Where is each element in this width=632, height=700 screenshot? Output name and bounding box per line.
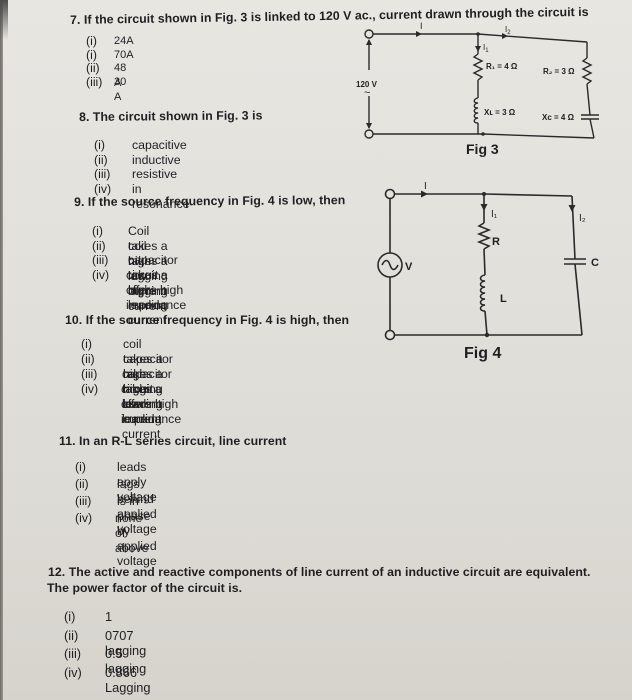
option-text: circuit offers high impedance <box>126 268 187 313</box>
option-label: (ii) <box>81 352 95 366</box>
fig3-ac-symbol: ~ <box>364 87 370 99</box>
question-number: 7. <box>70 12 81 27</box>
question-number: 8. <box>79 109 90 124</box>
fig3-circuit-diagram: I I2 I1 120 V ~ R₁ = 4 Ω Xʟ = 3 Ω R₂ = 3… <box>356 21 599 157</box>
fig4-current-arrow-i2 <box>568 205 576 212</box>
fig3-current-label-i2: I2 <box>505 25 511 36</box>
question-11-text: 11. In an R-L series circuit, line curre… <box>59 434 286 448</box>
fig3-junction-top <box>476 32 480 36</box>
option-text: 0.866 Lagging <box>105 664 151 695</box>
question-prompt: The circuit shown in Fig. 3 is <box>92 108 263 124</box>
fig3-current-label-i: I <box>420 21 423 31</box>
option-label: (iii) <box>64 646 82 661</box>
option-text: resistive <box>132 167 178 181</box>
option-label: (iv) <box>92 268 110 283</box>
fig3-resistor-r1 <box>472 53 484 81</box>
fig3-xc-label: Xc = 4 Ω <box>542 113 575 122</box>
question-number: 12. <box>48 565 66 579</box>
fig3-xl-label: Xʟ = 3 Ω <box>484 108 516 117</box>
option-label: (ii) <box>75 477 89 491</box>
option-label: (i) <box>64 609 76 624</box>
question-prompt: The active and reactive components of li… <box>68 565 591 579</box>
fig3-resistor-r2 <box>581 57 593 85</box>
fig3-r1-label: R₁ = 4 Ω <box>486 62 518 71</box>
fig4-circuit-diagram: I I₁ I₂ R L C V Fig 4 <box>377 181 599 362</box>
fig4-ac-wave-icon <box>381 259 399 271</box>
fig3-junction-bottom <box>481 132 485 136</box>
fig3-top-wire-right <box>477 33 588 43</box>
fig4-inductor-l <box>479 274 486 312</box>
question-8-text: 8. The circuit shown in Fig. 3 is <box>79 108 263 124</box>
option-label: (ii) <box>94 152 108 167</box>
option-label: (iv) <box>81 382 99 396</box>
fig4-current-label-i1: I₁ <box>491 209 498 220</box>
fig4-terminal-bottom <box>384 329 396 341</box>
fig4-current-label-i2: I₂ <box>579 213 586 224</box>
fig3-current-arrow-i <box>416 31 422 37</box>
question-number: 10. <box>65 313 83 327</box>
option-label: (ii) <box>64 627 79 643</box>
fig4-junction-top <box>482 192 486 196</box>
fig4-resistor-label: R <box>492 236 500 248</box>
fig4-source-label: V <box>405 261 413 273</box>
question-number: 9. <box>74 194 85 209</box>
fig3-bottom-wire-right <box>482 133 595 139</box>
fig4-junction-bottom <box>484 332 490 338</box>
option-label: (i) <box>94 138 105 152</box>
option-text: capacitive <box>132 138 187 152</box>
option-text: none of above <box>115 511 149 555</box>
option-label: (ii) <box>92 238 106 253</box>
page-edge-shadow <box>0 0 3 700</box>
question-prompt: If the source frequency in Fig. 4 is hig… <box>85 313 350 327</box>
question-9-text: 9. If the source frequency in Fig. 4 is … <box>74 193 345 209</box>
fig3-terminal-bottom <box>364 129 374 139</box>
fig4-caption: Fig 4 <box>464 345 501 362</box>
option-text: 30 A <box>114 75 127 103</box>
option-label: (i) <box>75 460 86 474</box>
fig3-inductor-xl <box>473 97 479 124</box>
fig3-arrowhead-up <box>366 39 372 45</box>
option-label: (iii) <box>86 74 103 89</box>
question-12-text-line2: The power factor of the circuit is. <box>47 581 243 595</box>
fig3-caption: Fig 3 <box>466 141 499 157</box>
fig4-current-label-i: I <box>424 181 427 192</box>
option-label: (iv) <box>75 511 93 525</box>
fig4-current-arrow-i1 <box>480 204 488 211</box>
question-prompt: In an R-L series circuit, line current <box>79 434 287 448</box>
option-text: circuit offers high impedance <box>121 382 182 426</box>
option-label: (iii) <box>75 494 92 508</box>
corner-shadow <box>0 0 8 40</box>
question-number: 11. <box>59 434 76 448</box>
fig3-arrowhead-down <box>366 123 372 129</box>
fig4-resistor-r <box>476 222 492 250</box>
fig4-capacitor-label: C <box>591 257 599 269</box>
option-label: (iii) <box>81 367 98 381</box>
fig3-current-arrow-i1 <box>475 46 481 52</box>
option-label: (iv) <box>64 664 82 680</box>
option-label: (i) <box>92 224 103 238</box>
option-label: (i) <box>81 337 92 351</box>
question-10-text: 10. If the source frequency in Fig. 4 is… <box>65 313 349 327</box>
fig4-inductor-label: L <box>500 293 507 305</box>
fig3-current-label-i1: I1 <box>483 43 489 54</box>
fig4-top-wire-right <box>483 193 573 197</box>
option-label: (iii) <box>94 167 111 181</box>
option-label: (iii) <box>92 253 109 268</box>
question-12-text: 12. The active and reactive components o… <box>48 565 591 579</box>
question-prompt: If the source frequency in Fig. 4 is low… <box>87 193 346 209</box>
fig4-terminal-top <box>384 188 396 200</box>
fig3-r2-label: R₂ = 3 Ω <box>543 67 575 76</box>
fig3-terminal-top <box>364 29 374 39</box>
option-text: inductive <box>132 152 181 167</box>
option-text: 1 <box>105 609 113 624</box>
